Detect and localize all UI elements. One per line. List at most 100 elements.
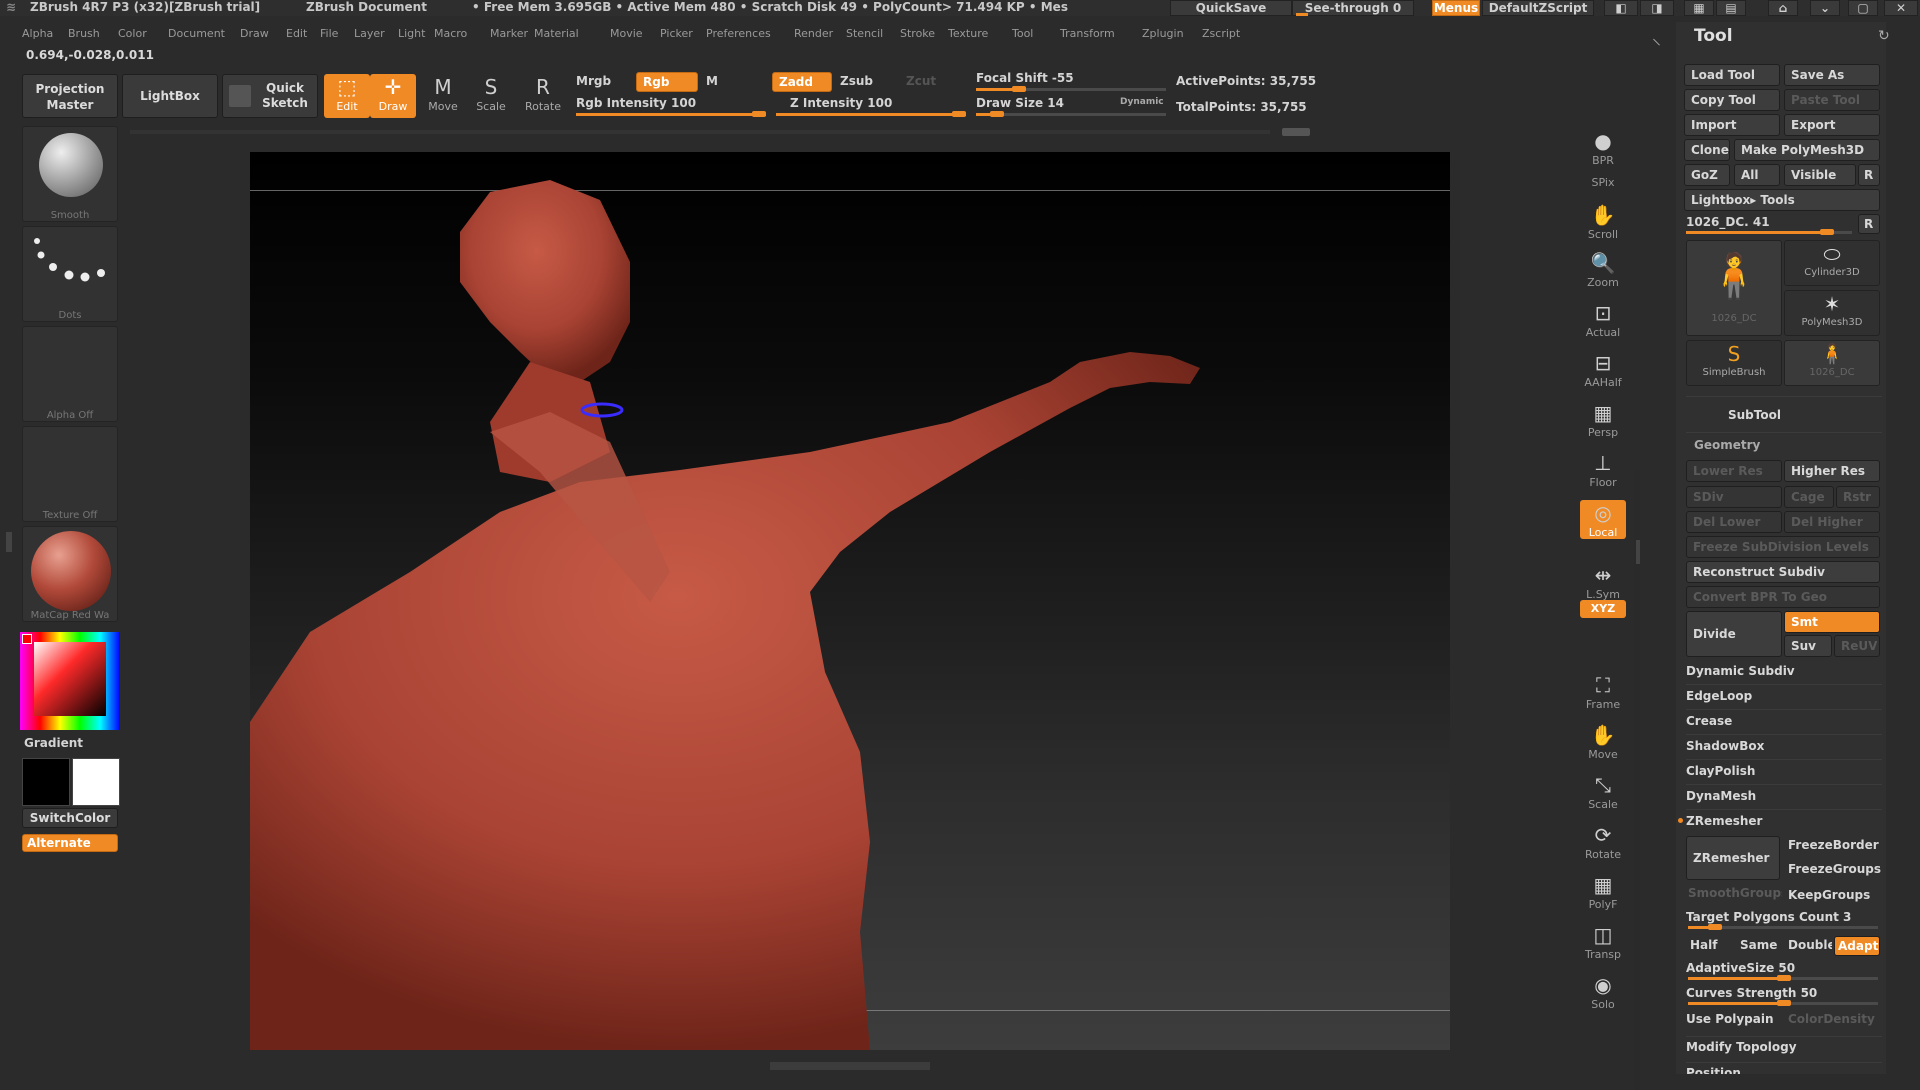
reconstruct-subdiv-button[interactable]: Reconstruct Subdiv bbox=[1686, 561, 1880, 583]
same-button[interactable]: Same bbox=[1740, 938, 1786, 952]
scale-button[interactable]: S Scale bbox=[468, 74, 514, 118]
bottom-tray-handle[interactable] bbox=[770, 1062, 930, 1070]
restore-icon[interactable]: ▢ bbox=[1848, 0, 1878, 16]
shadowbox-section[interactable]: ShadowBox bbox=[1686, 739, 1882, 753]
draw-size-slider[interactable]: Draw Size 14 bbox=[976, 96, 1064, 110]
sculpt-model[interactable] bbox=[250, 152, 1450, 1050]
move-button[interactable]: M Move bbox=[420, 74, 466, 118]
bpr-button[interactable]: ● BPR bbox=[1580, 128, 1626, 167]
menu-material[interactable]: Material bbox=[534, 27, 579, 40]
layout-left-icon[interactable]: ◧ bbox=[1604, 0, 1638, 16]
focal-shift-track[interactable] bbox=[976, 86, 1166, 92]
toolbar-scroll-handle[interactable] bbox=[1282, 128, 1310, 136]
goz-r-button[interactable]: R bbox=[1858, 164, 1880, 186]
freeze-subdivision-button[interactable]: Freeze SubDivision Levels bbox=[1686, 536, 1880, 558]
menu-movie[interactable]: Movie bbox=[610, 27, 643, 40]
rotate-button[interactable]: R Rotate bbox=[520, 74, 566, 118]
color-picker-handle[interactable] bbox=[22, 634, 32, 644]
quick-sketch-button[interactable]: Quick Sketch bbox=[222, 74, 318, 118]
layout-right-icon[interactable]: ◨ bbox=[1640, 0, 1674, 16]
current-tool-r-button[interactable]: R bbox=[1858, 214, 1880, 234]
lsym-button[interactable]: ⇹ L.Sym bbox=[1580, 562, 1626, 601]
tool-thumb-cylinder3d[interactable]: ⬭ Cylinder3D bbox=[1784, 240, 1880, 286]
edgeloop-section[interactable]: EdgeLoop bbox=[1686, 689, 1882, 703]
transp-button[interactable]: ◫ Transp bbox=[1580, 922, 1626, 961]
cage-button[interactable]: Cage bbox=[1784, 486, 1834, 508]
alpha-slot[interactable]: Alpha Off bbox=[22, 326, 118, 422]
menu-tool[interactable]: Tool bbox=[1012, 27, 1033, 40]
goz-button[interactable]: GoZ bbox=[1684, 164, 1730, 186]
make-polymesh3d-button[interactable]: Make PolyMesh3D bbox=[1734, 139, 1880, 161]
left-tray-handle[interactable] bbox=[6, 532, 12, 552]
adaptive-size-slider[interactable]: AdaptiveSize 50 bbox=[1686, 961, 1882, 975]
zsub-button[interactable]: Zsub bbox=[840, 74, 873, 88]
menu-stroke[interactable]: Stroke bbox=[900, 27, 935, 40]
half-button[interactable]: Half bbox=[1690, 938, 1730, 952]
clone-button[interactable]: Clone bbox=[1684, 139, 1730, 161]
menu-transform[interactable]: Transform bbox=[1060, 27, 1115, 40]
menu-render[interactable]: Render bbox=[794, 27, 833, 40]
menu-layer[interactable]: Layer bbox=[354, 27, 385, 40]
smoothgroups-slider[interactable]: SmoothGroups bbox=[1688, 886, 1782, 900]
tool-thumb-1026-dc-2[interactable]: 🧍 1026_DC bbox=[1784, 340, 1880, 386]
zadd-button[interactable]: Zadd bbox=[772, 72, 832, 92]
stroke-slot[interactable]: Dots bbox=[22, 226, 118, 322]
minimize-icon[interactable]: ⌄ bbox=[1810, 0, 1840, 16]
lightbox-tools-button[interactable]: Lightbox▸ Tools bbox=[1684, 189, 1880, 211]
rgb-button[interactable]: Rgb bbox=[636, 72, 698, 92]
rgb-intensity-track[interactable] bbox=[576, 111, 766, 117]
menu-preferences[interactable]: Preferences bbox=[706, 27, 771, 40]
curves-strength-slider[interactable]: Curves Strength 50 bbox=[1686, 986, 1882, 1000]
quicksave-button[interactable]: QuickSave bbox=[1170, 0, 1292, 16]
actual-button[interactable]: ⊡ Actual bbox=[1580, 300, 1626, 339]
rgb-intensity-slider[interactable]: Rgb Intensity 100 bbox=[576, 96, 696, 110]
zremesher-section[interactable]: ZRemesher bbox=[1686, 814, 1882, 828]
tool-thumb-polymesh3d[interactable]: ✶ PolyMesh3D bbox=[1784, 290, 1880, 336]
rotate-button[interactable]: ⟳ Rotate bbox=[1580, 822, 1626, 861]
dynamic-toggle[interactable]: Dynamic bbox=[1120, 97, 1164, 107]
paste-tool-button[interactable]: Paste Tool bbox=[1784, 89, 1880, 111]
menu-alpha[interactable]: Alpha bbox=[22, 27, 53, 40]
move-button[interactable]: ✋ Move bbox=[1580, 722, 1626, 761]
draw-size-track[interactable] bbox=[976, 111, 1166, 117]
menu-draw[interactable]: Draw bbox=[240, 27, 269, 40]
target-polygons-track[interactable] bbox=[1688, 924, 1878, 930]
material-slot[interactable]: MatCap Red Wa bbox=[22, 526, 118, 622]
layout-b-icon[interactable]: ▤ bbox=[1716, 0, 1746, 16]
menu-brush[interactable]: Brush bbox=[68, 27, 100, 40]
alternate-button[interactable]: Alternate bbox=[22, 834, 118, 852]
current-tool-slider[interactable]: 1026_DC. 41 bbox=[1686, 215, 1770, 229]
mrgb-button[interactable]: Mrgb bbox=[576, 74, 611, 88]
save-as-button[interactable]: Save As bbox=[1784, 64, 1880, 86]
zoom-button[interactable]: 🔍 Zoom bbox=[1580, 250, 1626, 289]
current-tool-track[interactable] bbox=[1686, 229, 1852, 235]
sdiv-slider[interactable]: SDiv bbox=[1686, 486, 1782, 508]
menu-edit[interactable]: Edit bbox=[286, 27, 307, 40]
solo-button[interactable]: ◉ Solo bbox=[1580, 972, 1626, 1011]
gradient-button[interactable]: Gradient bbox=[24, 736, 83, 750]
menu-texture[interactable]: Texture bbox=[948, 27, 988, 40]
color-picker[interactable] bbox=[20, 632, 120, 730]
menu-picker[interactable]: Picker bbox=[660, 27, 693, 40]
keepgroups-toggle[interactable]: KeepGroups bbox=[1788, 888, 1882, 902]
modify-topology-section[interactable]: Modify Topology bbox=[1686, 1040, 1882, 1054]
adapt-toggle[interactable]: Adapt bbox=[1834, 936, 1880, 956]
document-canvas[interactable] bbox=[250, 152, 1450, 1050]
texture-slot[interactable]: Texture Off bbox=[22, 426, 118, 522]
brush-slot[interactable]: Smooth bbox=[22, 126, 118, 222]
target-polygons-slider[interactable]: Target Polygons Count 3 bbox=[1686, 910, 1882, 924]
switchcolor-button[interactable]: SwitchColor bbox=[22, 808, 118, 828]
higher-res-button[interactable]: Higher Res bbox=[1784, 460, 1880, 482]
geometry-section[interactable]: Geometry bbox=[1694, 438, 1890, 452]
load-tool-button[interactable]: Load Tool bbox=[1684, 64, 1780, 86]
see-through-slider[interactable]: See-through 0 bbox=[1292, 0, 1414, 16]
suv-toggle[interactable]: Suv bbox=[1784, 635, 1832, 657]
menu-document[interactable]: Document bbox=[168, 27, 225, 40]
spix-button[interactable]: SPix bbox=[1580, 176, 1626, 189]
aahalf-button[interactable]: ⊟ AAHalf bbox=[1580, 350, 1626, 389]
main-color-swatch[interactable] bbox=[22, 758, 70, 806]
dynamic-subdiv-section[interactable]: Dynamic Subdiv bbox=[1686, 664, 1882, 678]
divide-button[interactable]: Divide bbox=[1686, 611, 1782, 657]
default-zscript-button[interactable]: DefaultZScript bbox=[1482, 0, 1594, 16]
menu-light[interactable]: Light bbox=[398, 27, 425, 40]
